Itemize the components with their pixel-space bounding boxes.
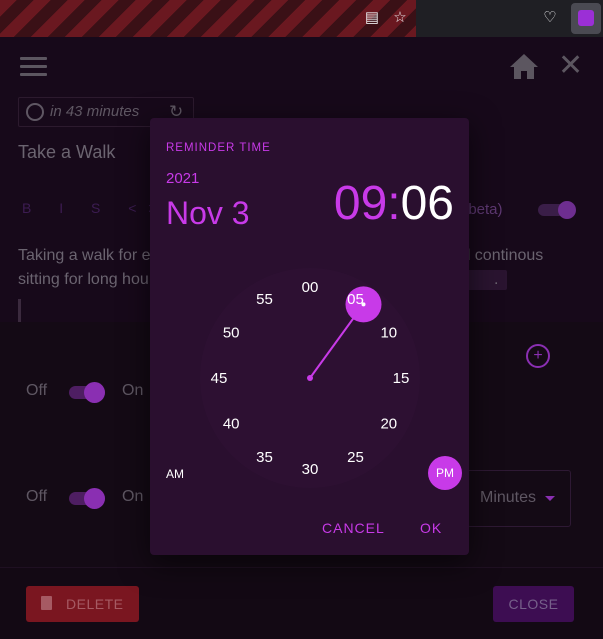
am-button[interactable]: AM: [166, 467, 184, 481]
extension-icon: [578, 10, 594, 26]
delete-button-label: DELETE: [66, 596, 124, 612]
pm-button[interactable]: PM: [428, 456, 462, 490]
description-line-2: sitting for long hou: [18, 271, 149, 288]
trash-icon: [41, 596, 52, 610]
clock-number-45[interactable]: 45: [211, 370, 228, 387]
reminder-chip-label: in 43 minutes: [50, 103, 140, 120]
close-icon[interactable]: ✕: [558, 51, 583, 81]
task-title[interactable]: Take a Walk: [18, 142, 115, 163]
cancel-button[interactable]: CANCEL: [322, 520, 385, 536]
popup-footer: DELETE CLOSE: [0, 567, 603, 639]
bookmark-star-icon[interactable]: ☆: [391, 9, 409, 27]
description-line-1: Taking a walk for e: [18, 247, 151, 264]
switch-on-label: On: [122, 488, 144, 505]
clock-number-15[interactable]: 15: [393, 370, 410, 387]
pocket-icon[interactable]: ♡: [541, 9, 559, 27]
clock-number-35[interactable]: 35: [256, 449, 273, 466]
editor-beta-toggle[interactable]: [538, 201, 578, 219]
clock-hand-knob-dot: [361, 302, 366, 307]
menu-icon[interactable]: [20, 57, 47, 77]
clock-icon: [26, 103, 44, 121]
home-icon[interactable]: [508, 52, 540, 80]
clock-number-05[interactable]: 05: [347, 291, 364, 308]
url-bar-private-stripes: [0, 0, 416, 37]
clock-center: [307, 375, 313, 381]
clock-dial[interactable]: [200, 268, 420, 488]
ok-button[interactable]: OK: [420, 520, 442, 536]
add-alarm-icon[interactable]: +: [526, 344, 550, 368]
clock-number-20[interactable]: 20: [380, 416, 397, 433]
clock-number-55[interactable]: 55: [256, 291, 273, 308]
switch-on-label: On: [122, 382, 144, 399]
switch-off-label: Off: [26, 382, 48, 399]
year-selector[interactable]: 2021: [166, 170, 199, 187]
clock-number-50[interactable]: 50: [223, 325, 240, 342]
clock-number-00[interactable]: 00: [302, 279, 319, 296]
browser-toolbar: ▤ ☆ ♡: [0, 0, 603, 37]
reminder-switch-thumb[interactable]: [84, 382, 105, 403]
hour-display[interactable]: 09: [334, 177, 387, 230]
clock-hand: [309, 303, 365, 379]
clock-number-10[interactable]: 10: [380, 325, 397, 342]
repeat-switch-thumb[interactable]: [84, 488, 105, 509]
clock-number-40[interactable]: 40: [223, 416, 240, 433]
delete-button[interactable]: DELETE: [26, 586, 139, 622]
interval-unit-value: Minutes: [480, 489, 537, 506]
dialog-title: REMINDER TIME: [166, 142, 271, 154]
chevron-down-icon: [545, 496, 555, 501]
clock-number-30[interactable]: 30: [302, 461, 319, 478]
time-display: 09:06: [334, 176, 454, 232]
blockquote-bar: [18, 299, 21, 324]
description-line-2-end: .: [494, 271, 499, 288]
clock-numbers: 00 05 10 15 20 25 30 35 40 45 50 55: [211, 279, 410, 478]
time-picker-dialog: REMINDER TIME 2021 Nov 3 09:06 00 05 10 15 2…: [150, 118, 469, 555]
time-separator: :: [387, 177, 401, 230]
minute-display[interactable]: 06: [401, 177, 454, 230]
clock-number-25[interactable]: 25: [347, 449, 364, 466]
date-display[interactable]: Nov 3: [166, 195, 250, 232]
clock-hand-knob[interactable]: [345, 286, 382, 323]
interval-unit-select[interactable]: Minutes: [467, 470, 571, 527]
switch-off-label: Off: [26, 488, 48, 505]
reader-view-icon[interactable]: ▤: [363, 9, 381, 27]
close-button[interactable]: CLOSE: [493, 586, 574, 622]
